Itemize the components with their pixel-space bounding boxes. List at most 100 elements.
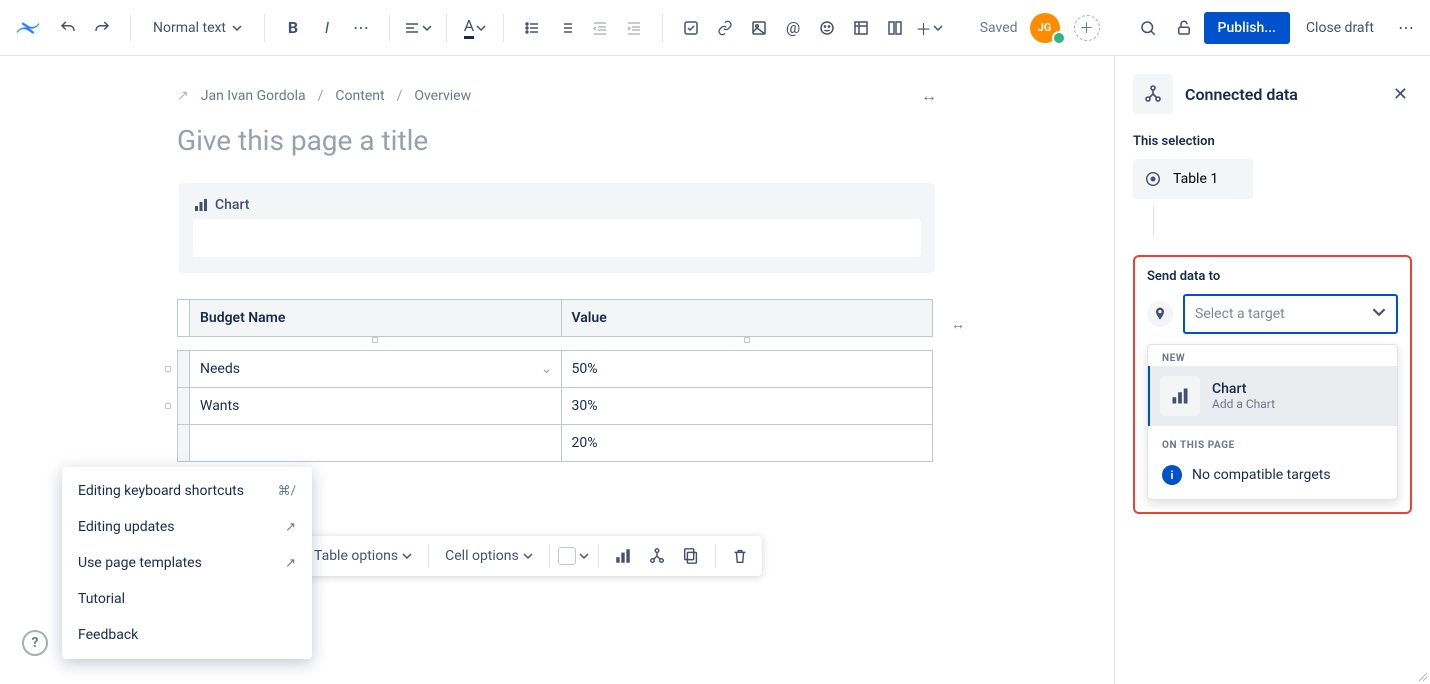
table-cell[interactable] [190,425,562,462]
help-button[interactable]: ? [22,630,48,656]
more-formatting-button[interactable]: ⋯ [345,12,377,44]
confluence-logo-icon[interactable] [8,8,48,48]
column-handle[interactable] [744,337,750,343]
indent-button[interactable] [618,12,650,44]
selection-chip[interactable]: Table 1 [1133,159,1253,199]
emoji-button[interactable] [811,12,843,44]
dropdown-option-chart[interactable]: Chart Add a Chart [1148,366,1397,426]
connected-data-icon [1133,74,1173,114]
outdent-button[interactable] [584,12,616,44]
location-pin-icon [1147,301,1173,327]
help-item-templates[interactable]: Use page templates↗ [62,545,312,581]
chevron-down-icon [523,551,533,561]
option-description: Add a Chart [1212,397,1275,411]
table-options-dropdown[interactable]: Table options [306,542,420,570]
close-panel-button[interactable]: ✕ [1389,80,1412,109]
window-resize-handle[interactable] [1416,670,1428,682]
chevron-down-icon [232,23,242,33]
help-item-updates[interactable]: Editing updates↗ [62,509,312,545]
chart-extension-block[interactable]: Chart [179,183,935,273]
table-cell[interactable]: 20% [561,425,933,462]
table-cell[interactable]: 30% [561,388,933,425]
breadcrumb-overview[interactable]: Overview [414,88,471,104]
chevron-down-icon[interactable]: ⌄ [541,361,553,377]
align-dropdown[interactable] [402,12,434,44]
image-button[interactable] [743,12,775,44]
chevron-down-icon [1372,305,1386,323]
insert-chart-button[interactable] [607,540,639,572]
expand-width-button[interactable]: ↔ [921,86,937,106]
user-avatar[interactable]: JG [1030,13,1060,43]
table-row: 20% [178,425,933,462]
text-style-dropdown[interactable]: Normal text [143,12,252,44]
close-draft-button[interactable]: Close draft [1294,12,1386,44]
option-title: Chart [1212,381,1275,397]
table-corner-handle[interactable] [178,300,190,337]
redo-button[interactable] [86,12,118,44]
chart-icon [1160,376,1200,416]
help-item-shortcuts[interactable]: Editing keyboard shortcuts⌘/ [62,473,312,509]
target-select[interactable]: Select a target [1183,294,1398,334]
help-item-tutorial[interactable]: Tutorial [62,581,312,617]
text-color-button[interactable]: A [459,12,491,44]
table-cell[interactable]: 50% [561,351,933,388]
mention-button[interactable]: @ [777,12,809,44]
chevron-down-icon [402,551,412,561]
dropdown-section-new: NEW [1148,345,1397,366]
invite-button[interactable]: ＋ [1074,15,1100,41]
bold-button[interactable]: B [277,12,309,44]
connected-data-button[interactable] [641,540,673,572]
text-style-label: Normal text [153,20,226,36]
italic-button[interactable]: I [311,12,343,44]
insert-dropdown[interactable]: ＋ [913,12,945,44]
column-handle[interactable] [372,337,378,343]
chart-icon [193,197,209,213]
restrictions-button[interactable] [1168,12,1200,44]
help-menu: Editing keyboard shortcuts⌘/ Editing upd… [62,467,312,659]
send-data-label: Send data to [1147,269,1398,284]
external-link-icon: ↗ [285,520,296,535]
selection-label: Table 1 [1173,171,1218,187]
link-button[interactable] [709,12,741,44]
chevron-down-icon [579,551,589,561]
chevron-down-icon [476,23,486,33]
layouts-button[interactable] [879,12,911,44]
chart-placeholder[interactable] [193,219,921,257]
action-item-button[interactable] [675,12,707,44]
breadcrumb-content[interactable]: Content [335,88,384,104]
chevron-down-icon [422,23,432,33]
find-replace-button[interactable] [1132,12,1164,44]
data-table[interactable]: Budget Name Value Needs⌄ 50% Wants 30% [177,299,933,462]
table-width-button[interactable]: ↔ [945,311,971,337]
table-header-cell[interactable]: Value [561,300,933,337]
presence-indicator-icon [1052,31,1066,45]
cell-options-dropdown[interactable]: Cell options [437,542,541,570]
target-icon [1143,169,1163,189]
page-title-input[interactable]: Give this page a title [177,124,937,157]
bullet-list-button[interactable] [516,12,548,44]
publish-button[interactable]: Publish... [1204,12,1290,44]
table-cell[interactable]: Needs⌄ [190,351,562,388]
numbered-list-button[interactable] [550,12,582,44]
table-button[interactable] [845,12,877,44]
saved-status: Saved [980,20,1018,36]
this-selection-label: This selection [1133,134,1412,149]
connected-data-panel: Connected data ✕ This selection Table 1 … [1114,56,1430,684]
no-compatible-row: i No compatible targets [1148,457,1397,499]
more-actions-button[interactable]: ⋯ [1390,12,1422,44]
help-item-feedback[interactable]: Feedback [62,617,312,653]
copy-table-button[interactable] [675,540,707,572]
table-cell[interactable]: Wants [190,388,562,425]
breadcrumb-author[interactable]: Jan Ivan Gordola [201,88,306,104]
row-handle[interactable] [178,425,190,462]
table-header-cell[interactable]: Budget Name [190,300,562,337]
undo-button[interactable] [52,12,84,44]
no-compatible-text: No compatible targets [1192,467,1331,483]
tree-connector [1153,205,1154,237]
editor-area: ↗ Jan Ivan Gordola / Content / Overview … [0,56,1114,684]
delete-table-button[interactable] [724,540,756,572]
row-handle[interactable] [178,351,190,388]
row-handle[interactable] [178,388,190,425]
cell-background-button[interactable] [558,540,590,572]
move-page-handle[interactable]: ↗ [177,88,189,104]
